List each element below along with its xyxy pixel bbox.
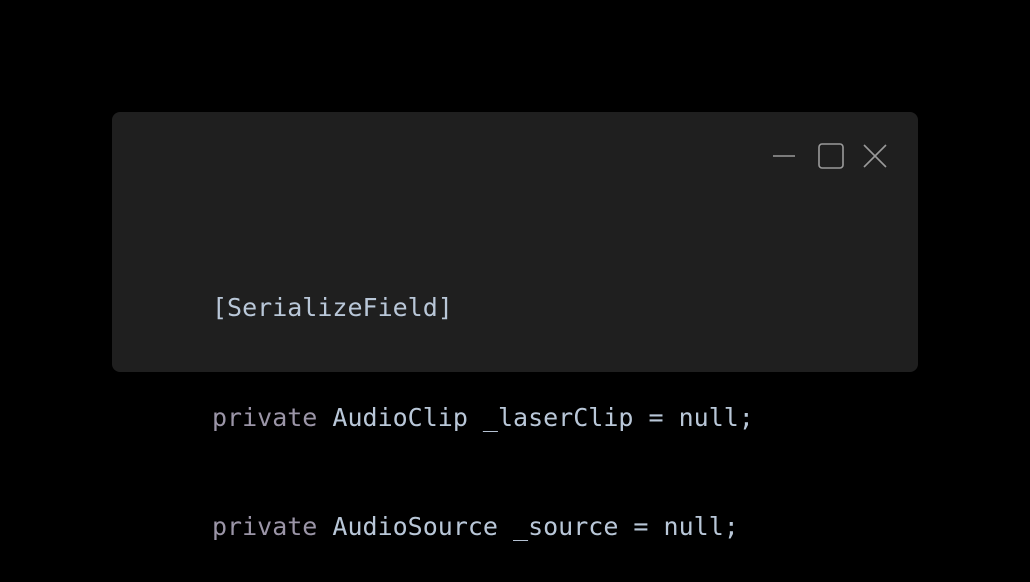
keyword-private: private <box>212 402 318 432</box>
keyword-private: private <box>212 512 318 541</box>
code-block: [SerializeField] private AudioClip _lase… <box>212 217 754 582</box>
code-line-attribute: [SerializeField] <box>212 290 754 327</box>
code-line-laser-clip: private AudioClip _laserClip = null; <box>212 400 754 437</box>
declaration-text: AudioSource _source = null; <box>317 512 739 541</box>
close-icon[interactable] <box>862 143 888 169</box>
attribute-text: [SerializeField] <box>212 293 453 322</box>
declaration-text: AudioClip _laserClip = null; <box>317 402 754 432</box>
maximize-icon[interactable] <box>817 142 845 170</box>
minimize-icon[interactable] <box>771 143 797 169</box>
code-line-source: private AudioSource _source = null; <box>212 509 754 546</box>
